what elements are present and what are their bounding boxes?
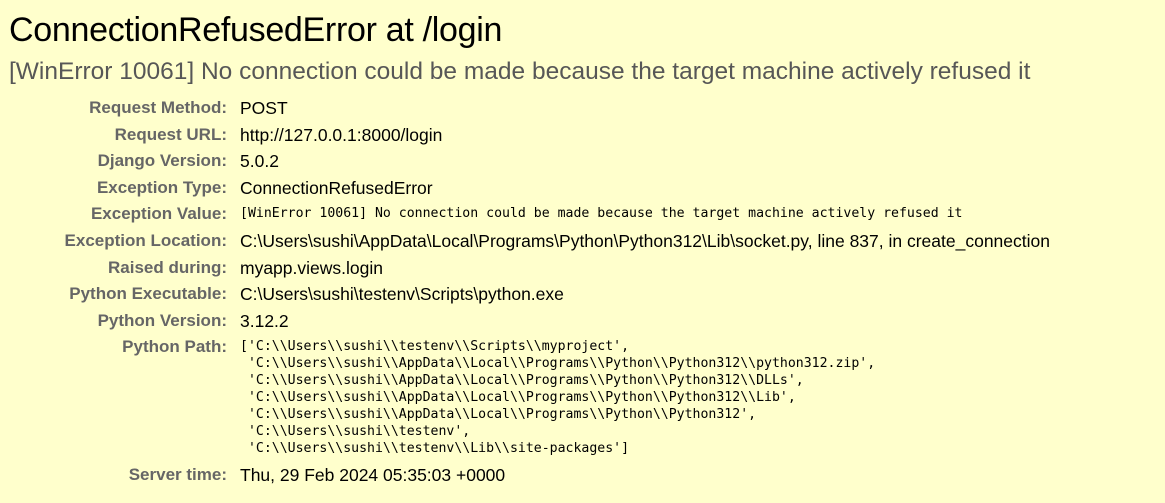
meta-row-python-version: Python Version: 3.12.2 [9,308,1050,335]
meta-row-server-time: Server time: Thu, 29 Feb 2024 05:35:03 +… [9,462,1050,489]
server-time-value: Thu, 29 Feb 2024 05:35:03 +0000 [240,465,506,486]
error-summary: ConnectionRefusedError at /login [WinErr… [0,0,1165,489]
request-meta-table: Request Method: POST Request URL: http:/… [9,95,1050,489]
meta-row-exception-type: Exception Type: ConnectionRefusedError [9,175,1050,202]
request-url-value[interactable]: http://127.0.0.1:8000/login [240,122,1050,149]
exception-value-cell: [WinError 10061] No connection could be … [240,201,1050,228]
python-version-value: 3.12.2 [240,310,289,331]
python-executable-label: Python Executable: [69,284,227,304]
exception-location-value: C:\Users\sushi\AppData\Local\Programs\Py… [240,230,1050,251]
meta-row-raised-during: Raised during: myapp.views.login [9,255,1050,282]
server-time-label: Server time: [128,465,227,485]
error-message: [WinError 10061] No connection could be … [9,58,1031,85]
meta-row-request-method: Request Method: POST [9,95,1050,122]
exception-value-text: [WinError 10061] No connection could be … [240,206,963,222]
django-version-value: 5.0.2 [240,151,279,172]
error-title: ConnectionRefusedError at /login [9,11,503,49]
meta-row-python-executable: Python Executable: C:\Users\sushi\testen… [9,281,1050,308]
django-version-label: Django Version: [97,151,227,171]
meta-row-exception-location: Exception Location: C:\Users\sushi\AppDa… [9,228,1050,255]
python-path-cell: ['C:\\Users\\sushi\\testenv\\Scripts\\my… [240,334,1050,462]
raised-during-value: myapp.views.login [240,257,383,278]
meta-row-exception-value: Exception Value: [WinError 10061] No con… [9,201,1050,228]
meta-row-request-url: Request URL: http://127.0.0.1:8000/login [9,122,1050,149]
python-version-label: Python Version: [97,310,227,330]
exception-location-label: Exception Location: [64,230,227,250]
exception-value-label: Exception Value: [90,204,227,224]
python-path-value: ['C:\\Users\\sushi\\testenv\\Scripts\\my… [240,339,876,457]
meta-row-django-version: Django Version: 5.0.2 [9,148,1050,175]
raised-during-label: Raised during: [107,257,227,277]
meta-row-python-path: Python Path: ['C:\\Users\\sushi\\testenv… [9,334,1050,462]
python-executable-value: C:\Users\sushi\testenv\Scripts\python.ex… [240,284,564,305]
exception-type-label: Exception Type: [96,177,227,197]
request-method-label: Request Method: [89,98,227,117]
request-method-value: POST [240,98,288,118]
exception-type-value: ConnectionRefusedError [240,177,433,198]
request-url-label: Request URL: [114,124,227,144]
python-path-label: Python Path: [122,337,227,357]
